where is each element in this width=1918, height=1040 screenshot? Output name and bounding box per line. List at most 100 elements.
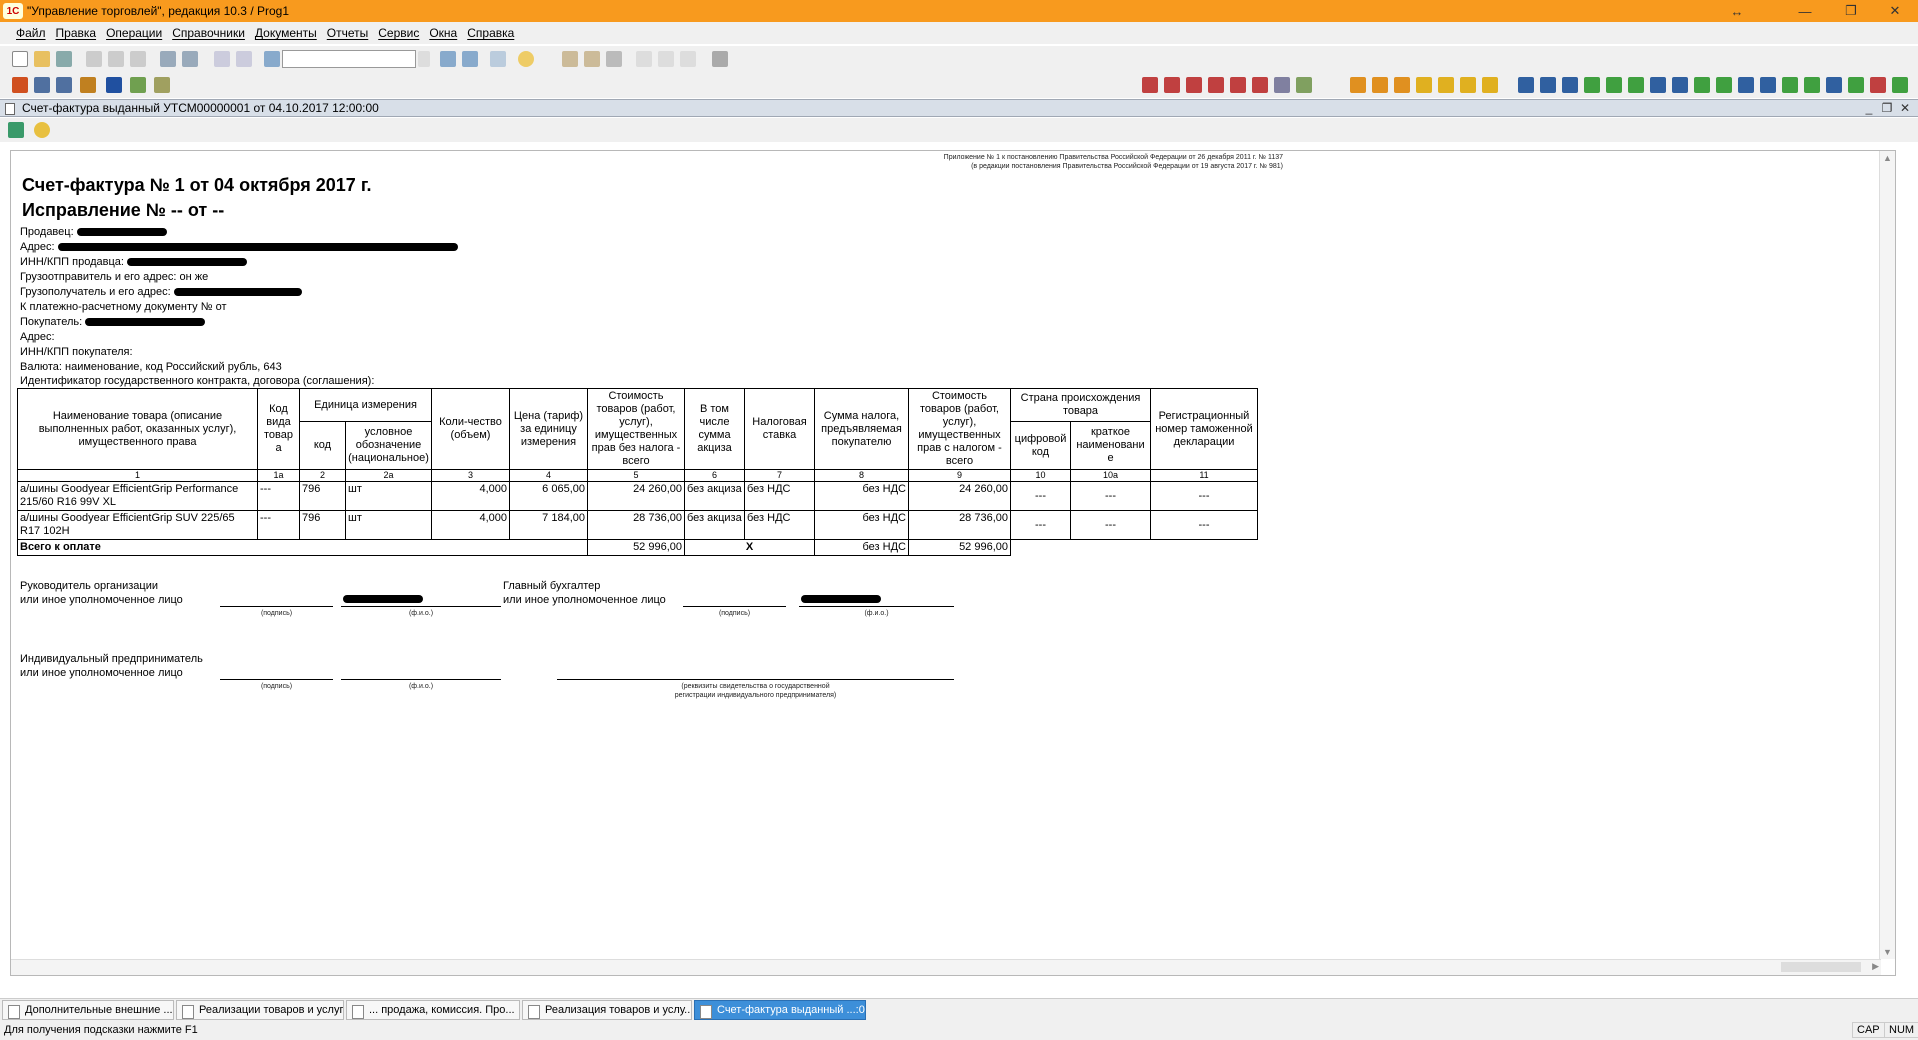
cell-unit[interactable]: шт bbox=[345, 481, 432, 511]
toolbar-action-icon[interactable] bbox=[1274, 77, 1290, 93]
cell-kind[interactable]: --- bbox=[257, 510, 300, 540]
save-copy-icon[interactable] bbox=[8, 122, 24, 138]
cell-rate[interactable]: без НДС bbox=[744, 481, 815, 511]
cell-qty[interactable]: 4,000 bbox=[431, 510, 510, 540]
vertical-scrollbar[interactable]: ▲ ▼ bbox=[1879, 151, 1895, 959]
tools-icon[interactable] bbox=[712, 51, 728, 67]
toolbar-action-icon[interactable] bbox=[1848, 77, 1864, 93]
search-input[interactable] bbox=[282, 50, 416, 68]
menu-catalogs[interactable]: Справочники bbox=[172, 26, 245, 40]
undo-icon[interactable] bbox=[214, 51, 230, 67]
toolbar-action-icon[interactable] bbox=[1186, 77, 1202, 93]
cut-icon[interactable] bbox=[86, 51, 102, 67]
m-minus-icon[interactable] bbox=[680, 51, 696, 67]
paste-icon[interactable] bbox=[130, 51, 146, 67]
cell-price[interactable]: 6 065,00 bbox=[509, 481, 588, 511]
toolbar-action-icon[interactable] bbox=[1296, 77, 1312, 93]
toolbar-action-icon[interactable] bbox=[1142, 77, 1158, 93]
print-icon[interactable] bbox=[160, 51, 176, 67]
toolbar-action-icon[interactable] bbox=[1372, 77, 1388, 93]
toolbar-action-icon[interactable] bbox=[1892, 77, 1908, 93]
toolbar-action-icon[interactable] bbox=[1438, 77, 1454, 93]
scroll-down-icon[interactable]: ▼ bbox=[1883, 947, 1892, 957]
cell-unit[interactable]: шт bbox=[345, 510, 432, 540]
taskbar-window-tab-active[interactable]: Счет-фактура выданный ...:00 bbox=[694, 1000, 866, 1020]
cell-unit-code[interactable]: 796 bbox=[299, 510, 346, 540]
cell-customs[interactable]: --- bbox=[1150, 481, 1258, 511]
memo-icon[interactable] bbox=[606, 51, 622, 67]
toolbar-action-icon[interactable] bbox=[1252, 77, 1268, 93]
help-icon[interactable] bbox=[34, 122, 50, 138]
toolbar-action-icon[interactable] bbox=[1694, 77, 1710, 93]
users-icon[interactable] bbox=[106, 77, 122, 93]
documents-icon[interactable] bbox=[34, 77, 50, 93]
new-icon[interactable] bbox=[12, 51, 28, 67]
cell-rate[interactable]: без НДС bbox=[744, 510, 815, 540]
scroll-up-icon[interactable]: ▲ bbox=[1883, 153, 1892, 163]
m-icon[interactable] bbox=[636, 51, 652, 67]
cell-total[interactable]: 24 260,00 bbox=[908, 481, 1011, 511]
menu-reports[interactable]: Отчеты bbox=[327, 26, 368, 40]
cell-excise[interactable]: без акциза bbox=[684, 481, 745, 511]
toolbar-action-icon[interactable] bbox=[1804, 77, 1820, 93]
menu-windows[interactable]: Окна bbox=[429, 26, 457, 40]
calculator-icon[interactable] bbox=[562, 51, 578, 67]
cell-customs[interactable]: --- bbox=[1150, 510, 1258, 540]
cell-country-code[interactable]: --- bbox=[1010, 510, 1071, 540]
cell-unit-code[interactable]: 796 bbox=[299, 481, 346, 511]
menu-documents[interactable]: Документы bbox=[255, 26, 317, 40]
doc-close-button[interactable]: ✕ bbox=[1896, 100, 1914, 118]
taskbar-window-tab[interactable]: ... продажа, комиссия. Про... bbox=[346, 1000, 520, 1020]
info-icon[interactable] bbox=[518, 51, 534, 67]
print-preview-icon[interactable] bbox=[182, 51, 198, 67]
catalog-icon[interactable] bbox=[12, 77, 28, 93]
cell-tax[interactable]: без НДС bbox=[814, 481, 909, 511]
toolbar-action-icon[interactable] bbox=[1394, 77, 1410, 93]
menu-operations[interactable]: Операции bbox=[106, 26, 162, 40]
cell-total[interactable]: 28 736,00 bbox=[908, 510, 1011, 540]
restore-button[interactable]: ❐ bbox=[1828, 0, 1874, 22]
taskbar-window-tab[interactable]: Дополнительные внешние ... bbox=[2, 1000, 174, 1020]
doc-restore-button[interactable]: ❐ bbox=[1878, 100, 1896, 118]
cell-tax[interactable]: без НДС bbox=[814, 510, 909, 540]
scroll-thumb[interactable] bbox=[1781, 962, 1861, 972]
toolbar-action-icon[interactable] bbox=[1230, 77, 1246, 93]
toolbar-action-icon[interactable] bbox=[1628, 77, 1644, 93]
journals-icon[interactable] bbox=[56, 77, 72, 93]
toolbar-action-icon[interactable] bbox=[1738, 77, 1754, 93]
toolbar-action-icon[interactable] bbox=[1650, 77, 1666, 93]
cell-cost[interactable]: 28 736,00 bbox=[587, 510, 685, 540]
toolbar-action-icon[interactable] bbox=[1782, 77, 1798, 93]
cell-cost[interactable]: 24 260,00 bbox=[587, 481, 685, 511]
toolbar-action-icon[interactable] bbox=[1716, 77, 1732, 93]
minimize-button[interactable]: — bbox=[1782, 0, 1828, 22]
clear-search-icon[interactable] bbox=[418, 51, 430, 67]
scroll-right-icon[interactable]: ▶ bbox=[1872, 961, 1879, 972]
cell-name[interactable]: а/шины Goodyear EfficientGrip Performanc… bbox=[17, 481, 258, 511]
save-icon[interactable] bbox=[56, 51, 72, 67]
toolbar-action-icon[interactable] bbox=[1870, 77, 1886, 93]
cell-name[interactable]: а/шины Goodyear EfficientGrip SUV 225/65… bbox=[17, 510, 258, 540]
toolbar-action-icon[interactable] bbox=[1460, 77, 1476, 93]
resize-arrows-icon[interactable]: ↔ bbox=[1714, 0, 1760, 22]
cell-country-code[interactable]: --- bbox=[1010, 481, 1071, 511]
close-button[interactable]: ✕ bbox=[1872, 0, 1918, 22]
search-icon[interactable] bbox=[264, 51, 280, 67]
redo-icon[interactable] bbox=[236, 51, 252, 67]
copy-icon[interactable] bbox=[108, 51, 124, 67]
reports-icon[interactable] bbox=[80, 77, 96, 93]
menu-help[interactable]: Справка bbox=[467, 26, 514, 40]
toolbar-action-icon[interactable] bbox=[1606, 77, 1622, 93]
cell-kind[interactable]: --- bbox=[257, 481, 300, 511]
cell-country-name[interactable]: --- bbox=[1070, 510, 1151, 540]
cell-price[interactable]: 7 184,00 bbox=[509, 510, 588, 540]
menu-file[interactable]: Файл bbox=[16, 26, 46, 40]
cell-excise[interactable]: без акциза bbox=[684, 510, 745, 540]
taskbar-window-tab[interactable]: Реализации товаров и услуг bbox=[176, 1000, 344, 1020]
doc-minimize-button[interactable]: _ bbox=[1860, 100, 1878, 118]
cell-qty[interactable]: 4,000 bbox=[431, 481, 510, 511]
table-icon[interactable] bbox=[130, 77, 146, 93]
taskbar-window-tab[interactable]: Реализация товаров и услу... bbox=[522, 1000, 692, 1020]
toolbar-action-icon[interactable] bbox=[1540, 77, 1556, 93]
toolbar-action-icon[interactable] bbox=[1164, 77, 1180, 93]
